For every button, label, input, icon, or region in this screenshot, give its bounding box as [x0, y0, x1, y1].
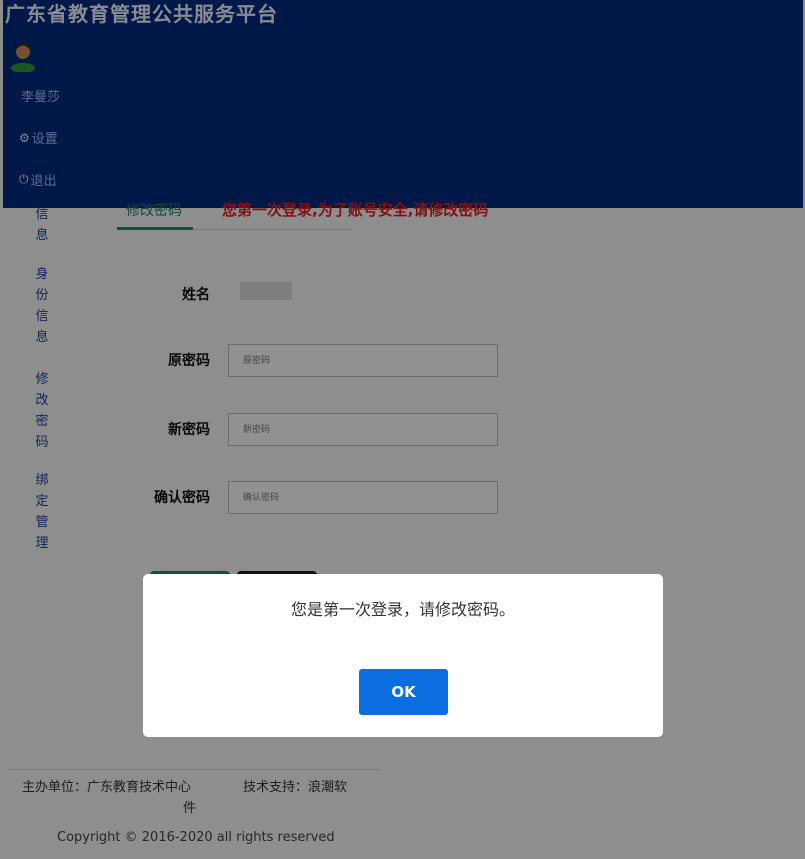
- page: 广东省教育管理公共服务平台 李曼莎 ⚙ 设置 ⏻ 退出 信息 身份信息 修改密码…: [0, 0, 805, 859]
- dialog-message: 您是第一次登录，请修改密码。: [290, 600, 515, 619]
- ok-button[interactable]: OK: [359, 669, 448, 715]
- first-login-dialog: 您是第一次登录，请修改密码。 OK: [143, 574, 663, 737]
